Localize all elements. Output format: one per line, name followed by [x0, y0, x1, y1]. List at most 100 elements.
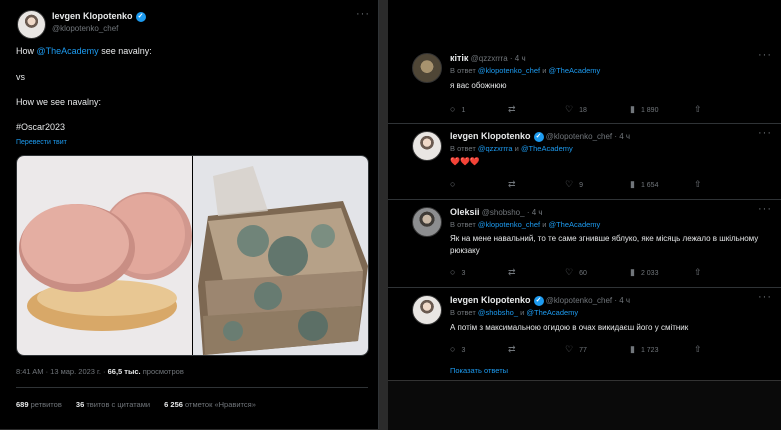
views-button[interactable]: ▮ 1 723	[630, 344, 658, 355]
retweet-stat[interactable]: 689 ретвитов	[16, 400, 62, 409]
reply-button[interactable]: ○	[450, 179, 461, 189]
retweet-button[interactable]: ⇄	[508, 344, 522, 355]
retweet-button[interactable]: ⇄	[508, 267, 522, 278]
reply-to-mention[interactable]: @TheAcademy	[548, 66, 600, 75]
author-avatar[interactable]	[17, 10, 46, 39]
reply-to-line: В ответ @qzzxrrra и @TheAcademy	[450, 144, 573, 153]
more-icon[interactable]: ···	[758, 127, 772, 139]
share-icon: ⇧	[694, 104, 702, 114]
more-icon[interactable]: ···	[758, 291, 772, 303]
more-icon[interactable]: ···	[758, 49, 772, 61]
reply-time[interactable]: · 4 ч	[510, 54, 526, 63]
like-button[interactable]: ♡ 60	[565, 267, 587, 278]
like-count: 6 256	[164, 400, 183, 409]
retweet-label: ретвитов	[28, 400, 62, 409]
views-icon: ▮	[630, 267, 635, 277]
share-button[interactable]: ⇧	[694, 179, 708, 190]
reply-author-name[interactable]: Oleksii	[450, 207, 480, 217]
tweet-meta: 8:41 AM · 13 мар. 2023 г. · 66,5 тыс. пр…	[16, 367, 184, 376]
views-icon: ▮	[630, 104, 635, 114]
tweet-media[interactable]	[16, 155, 369, 356]
reply-button[interactable]: ○ 3	[450, 344, 465, 354]
retweet-button[interactable]: ⇄	[508, 104, 522, 115]
reply-item[interactable]: Oleksii @shobsho_ · 4 ч ··· В ответ @klo…	[388, 199, 781, 288]
reply-to-mention[interactable]: @TheAcademy	[521, 144, 573, 153]
views-count: 1 723	[640, 347, 659, 354]
reply-time[interactable]: · 4 ч	[527, 208, 543, 217]
reply-author-handle[interactable]: @klopotenko_chef	[546, 296, 612, 305]
retweet-button[interactable]: ⇄	[508, 179, 522, 190]
replies-panel: кітік @qzzxrrra · 4 ч ··· В ответ @klopo…	[388, 37, 781, 429]
like-button[interactable]: ♡ 77	[565, 344, 587, 355]
reply-to-mention[interactable]: @TheAcademy	[526, 308, 578, 317]
reply-to-mention[interactable]: @qzzxrrra	[478, 144, 513, 153]
reply-to-mention[interactable]: @TheAcademy	[548, 220, 600, 229]
more-icon[interactable]: ···	[356, 8, 370, 20]
views-icon: ▮	[630, 344, 635, 354]
share-button[interactable]: ⇧	[694, 104, 708, 115]
share-icon: ⇧	[694, 267, 702, 277]
divider	[16, 387, 368, 388]
sausage-bread-image[interactable]	[17, 156, 192, 355]
reply-button[interactable]: ○ 3	[450, 267, 465, 277]
window-bottom-strip	[388, 380, 781, 430]
like-icon: ♡	[565, 344, 574, 354]
reply-to-prefix: В ответ	[450, 308, 478, 317]
more-icon[interactable]: ···	[758, 203, 772, 215]
share-button[interactable]: ⇧	[694, 267, 708, 278]
author-handle[interactable]: @klopotenko_chef	[52, 24, 118, 33]
views-button[interactable]: ▮ 1 654	[630, 179, 658, 190]
reply-time[interactable]: · 4 ч	[614, 132, 630, 141]
reply-header: Oleksii @shobsho_ · 4 ч	[450, 207, 543, 217]
reply-item[interactable]: кітік @qzzxrrra · 4 ч ··· В ответ @klopo…	[388, 45, 781, 124]
reply-icon: ○	[450, 179, 456, 189]
like-label: отметок «Нравится»	[182, 400, 256, 409]
tweet-panel: Ievgen Klopotenko ✓ @klopotenko_chef ··· …	[0, 0, 379, 429]
reply-author-name[interactable]: Ievgen Klopotenko	[450, 295, 531, 305]
like-icon: ♡	[565, 179, 574, 189]
show-replies-link[interactable]: Показать ответы	[450, 366, 508, 375]
reply-time[interactable]: · 4 ч	[614, 296, 630, 305]
verified-icon: ✓	[135, 11, 146, 22]
reply-author-handle[interactable]: @qzzxrrra	[471, 54, 508, 63]
views-button[interactable]: ▮ 2 033	[630, 267, 658, 278]
reply-avatar[interactable]	[412, 131, 442, 161]
window-top-strip	[388, 0, 781, 37]
reply-author-name[interactable]: кітік	[450, 53, 468, 63]
reply-to-mention[interactable]: @klopotenko_chef	[478, 220, 540, 229]
reply-to-prefix: В ответ	[450, 66, 478, 75]
like-button[interactable]: ♡ 18	[565, 104, 587, 115]
mention-link[interactable]: @TheAcademy	[37, 46, 99, 56]
reply-author-handle[interactable]: @shobsho_	[482, 208, 525, 217]
hashtag-link[interactable]: #Oscar2023	[16, 122, 65, 132]
reply-to-mention[interactable]: @shobsho_	[478, 308, 518, 317]
reply-item[interactable]: Ievgen Klopotenko ✓ @klopotenko_chef · 4 …	[388, 287, 781, 362]
reply-text: ❤️❤️❤️	[450, 157, 480, 166]
reply-to-mention[interactable]: @klopotenko_chef	[478, 66, 540, 75]
reply-button[interactable]: ○ 1	[450, 104, 465, 114]
reply-avatar[interactable]	[412, 295, 442, 325]
reply-header: кітік @qzzxrrra · 4 ч	[450, 53, 526, 63]
reply-author-name[interactable]: Ievgen Klopotenko	[450, 131, 531, 141]
moldy-bread-image[interactable]	[193, 156, 368, 355]
reply-text: Як на мене навальний, то те саме згнивше…	[450, 234, 759, 255]
reply-item[interactable]: Ievgen Klopotenko ✓ @klopotenko_chef · 4 …	[388, 123, 781, 200]
share-button[interactable]: ⇧	[694, 344, 708, 355]
views-count: 1 890	[640, 107, 659, 114]
view-count-label: просмотров	[140, 367, 184, 376]
reply-icon: ○	[450, 104, 456, 114]
reply-avatar[interactable]	[412, 53, 442, 83]
author-name[interactable]: Ievgen Klopotenko	[52, 11, 133, 21]
like-stat[interactable]: 6 256 отметок «Нравится»	[164, 400, 256, 409]
tweet-timestamp[interactable]: 8:41 AM · 13 мар. 2023 г. ·	[16, 367, 108, 376]
share-icon: ⇧	[694, 179, 702, 189]
reply-avatar[interactable]	[412, 207, 442, 237]
reply-header: Ievgen Klopotenko ✓ @klopotenko_chef · 4 …	[450, 131, 630, 142]
like-button[interactable]: ♡ 9	[565, 179, 583, 190]
like-count: 77	[579, 347, 587, 354]
quote-stat[interactable]: 36 твитов с цитатами	[76, 400, 150, 409]
translate-link[interactable]: Перевести твит	[16, 139, 67, 146]
views-button[interactable]: ▮ 1 890	[630, 104, 658, 115]
reply-to-prefix: В ответ	[450, 144, 478, 153]
reply-author-handle[interactable]: @klopotenko_chef	[546, 132, 612, 141]
